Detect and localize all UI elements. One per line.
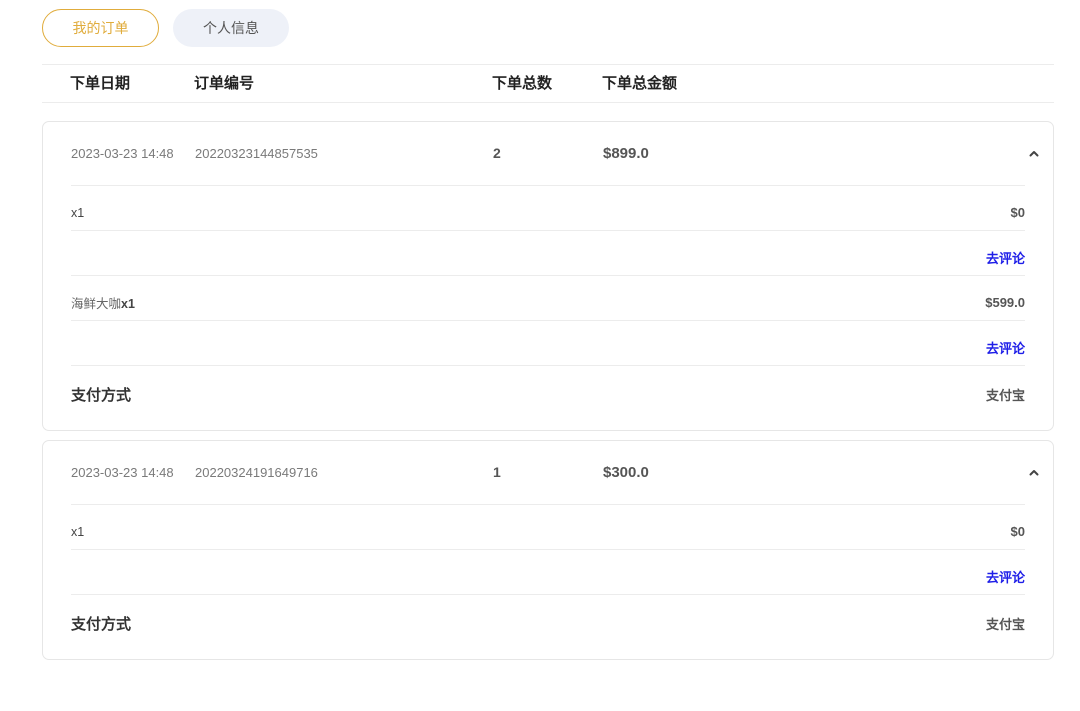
review-row: 去评论 bbox=[71, 550, 1025, 595]
review-link[interactable]: 去评论 bbox=[986, 248, 1025, 267]
order-summary-row[interactable]: 2023-03-23 14:48 20220323144857535 2 $89… bbox=[71, 122, 1039, 186]
header-total-quantity: 下单总数 bbox=[492, 75, 553, 92]
order-quantity: 1 bbox=[493, 464, 501, 480]
order-item-row: x1 $0 bbox=[71, 505, 1025, 550]
tab-personal-info[interactable]: 个人信息 bbox=[173, 9, 289, 47]
header-order-number: 订单编号 bbox=[194, 75, 255, 92]
item-label: x1 bbox=[71, 524, 84, 539]
payment-method-value: 支付宝 bbox=[985, 388, 1025, 403]
item-label: x1 bbox=[71, 205, 84, 220]
orders-page: 我的订单 个人信息 下单日期 订单编号 下单总数 下单总金额 2023-03-2… bbox=[42, 0, 1054, 711]
header-total-amount: 下单总金额 bbox=[602, 75, 678, 92]
item-price: $0 bbox=[1010, 523, 1025, 539]
payment-method-row: 支付方式 支付宝 bbox=[71, 595, 1025, 652]
payment-method-value: 支付宝 bbox=[985, 617, 1025, 632]
order-number: 20220323144857535 bbox=[195, 146, 318, 161]
tab-bar: 我的订单 个人信息 bbox=[42, 9, 289, 47]
header-order-date: 下单日期 bbox=[70, 75, 131, 92]
item-quantity: x1 bbox=[71, 205, 85, 220]
order-item-row: x1 $0 bbox=[71, 186, 1025, 231]
order-date: 2023-03-23 14:48 bbox=[71, 465, 174, 480]
order-item-row: 海鲜大咖x1 $599.0 bbox=[71, 276, 1025, 321]
payment-method-label: 支付方式 bbox=[71, 616, 132, 633]
order-amount: $300.0 bbox=[603, 464, 649, 481]
order-number: 20220324191649716 bbox=[195, 465, 318, 480]
item-label: 海鲜大咖x1 bbox=[71, 293, 135, 312]
review-row: 去评论 bbox=[71, 321, 1025, 366]
order-card: 2023-03-23 14:48 20220323144857535 2 $89… bbox=[42, 121, 1054, 431]
order-quantity: 2 bbox=[493, 145, 501, 161]
review-link[interactable]: 去评论 bbox=[986, 567, 1025, 586]
order-card: 2023-03-23 14:48 20220324191649716 1 $30… bbox=[42, 440, 1054, 660]
review-link[interactable]: 去评论 bbox=[986, 338, 1025, 357]
item-name: 海鲜大咖 bbox=[71, 296, 122, 311]
chevron-up-icon[interactable] bbox=[1029, 149, 1039, 158]
payment-method-label: 支付方式 bbox=[71, 387, 132, 404]
orders-table-header: 下单日期 订单编号 下单总数 下单总金额 bbox=[42, 64, 1054, 103]
tab-my-orders[interactable]: 我的订单 bbox=[42, 9, 159, 47]
item-quantity: x1 bbox=[121, 296, 135, 311]
chevron-up-icon[interactable] bbox=[1029, 468, 1039, 477]
order-amount: $899.0 bbox=[603, 145, 649, 162]
item-quantity: x1 bbox=[71, 524, 85, 539]
item-price: $599.0 bbox=[985, 294, 1025, 310]
review-row: 去评论 bbox=[71, 231, 1025, 276]
item-price: $0 bbox=[1010, 204, 1025, 220]
order-date: 2023-03-23 14:48 bbox=[71, 146, 174, 161]
payment-method-row: 支付方式 支付宝 bbox=[71, 366, 1025, 423]
order-summary-row[interactable]: 2023-03-23 14:48 20220324191649716 1 $30… bbox=[71, 441, 1039, 505]
